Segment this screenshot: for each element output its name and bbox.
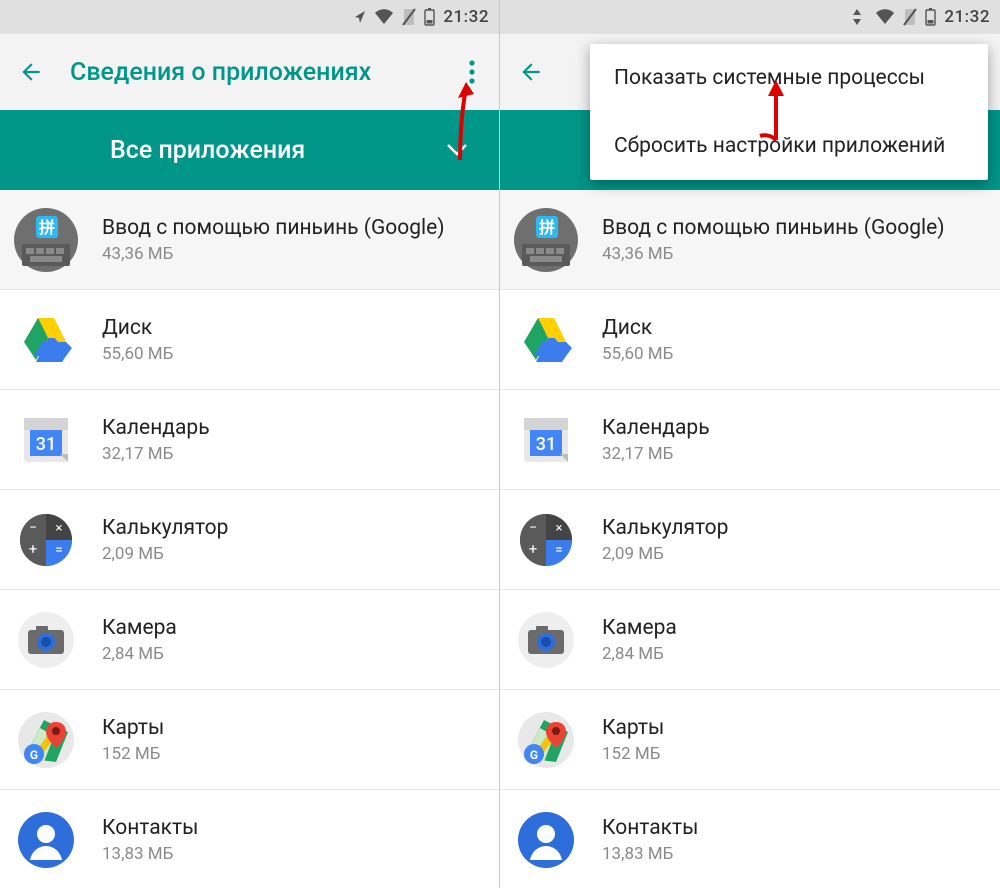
menu-reset-prefs[interactable]: Сбросить настройки приложений <box>590 112 988 180</box>
app-size: 13,83 МБ <box>102 844 198 864</box>
status-bar: 21:32 <box>0 0 499 34</box>
app-size: 43,36 МБ <box>102 244 445 264</box>
app-icon-pinyin <box>514 208 578 272</box>
status-bar: 21:32 <box>500 0 1000 34</box>
app-name: Диск <box>102 316 173 340</box>
wifi-icon <box>875 9 895 25</box>
app-name: Калькулятор <box>602 516 728 540</box>
app-name: Ввод с помощью пиньинь (Google) <box>102 216 445 240</box>
app-row[interactable]: Калькулятор 2,09 МБ <box>0 490 499 590</box>
app-size: 32,17 МБ <box>602 444 710 464</box>
appbar-title: Сведения о приложениях <box>70 58 437 87</box>
app-icon-calculator <box>14 508 78 572</box>
app-name: Контакты <box>602 816 698 840</box>
app-icon-maps <box>14 708 78 772</box>
sort-icon <box>853 9 867 25</box>
app-size: 32,17 МБ <box>102 444 210 464</box>
apps-filter-label: Все приложения <box>110 136 305 165</box>
app-name: Калькулятор <box>102 516 228 540</box>
app-size: 55,60 МБ <box>102 344 173 364</box>
app-name: Диск <box>602 316 673 340</box>
app-name: Календарь <box>602 416 710 440</box>
app-row[interactable]: Контакты 13,83 МБ <box>500 790 1000 888</box>
app-icon-maps <box>514 708 578 772</box>
phone-right: 21:32 Ввод с помощью пиньинь (Google) 43,… <box>500 0 1000 888</box>
app-size: 13,83 МБ <box>602 844 698 864</box>
app-name: Календарь <box>102 416 210 440</box>
app-icon-contacts <box>514 808 578 872</box>
app-row[interactable]: Ввод с помощью пиньинь (Google) 43,36 МБ <box>0 190 499 290</box>
app-row[interactable]: Калькулятор 2,09 МБ <box>500 490 1000 590</box>
overflow-menu-popup: Показать системные процессы Сбросить нас… <box>590 44 988 180</box>
app-icon-calendar <box>514 408 578 472</box>
app-size: 55,60 МБ <box>602 344 673 364</box>
app-icon-pinyin <box>14 208 78 272</box>
app-icon-drive <box>514 308 578 372</box>
app-row[interactable]: Камера 2,84 МБ <box>500 590 1000 690</box>
overflow-menu-button[interactable] <box>463 54 481 90</box>
app-list: Ввод с помощью пиньинь (Google)43,36 МБ … <box>500 190 1000 888</box>
app-row[interactable]: Контакты 13,83 МБ <box>0 790 499 888</box>
app-size: 2,84 МБ <box>102 644 177 664</box>
app-row[interactable]: Календарь 32,17 МБ <box>500 390 1000 490</box>
back-button[interactable] <box>18 59 44 85</box>
no-sim-icon <box>903 8 917 26</box>
app-row[interactable]: Карты 152 МБ <box>500 690 1000 790</box>
app-bar: Сведения о приложениях <box>0 34 499 110</box>
back-button[interactable] <box>518 59 544 85</box>
wifi-icon <box>374 9 394 25</box>
app-list: Ввод с помощью пиньинь (Google)43,36 МБ … <box>0 190 499 888</box>
menu-show-system[interactable]: Показать системные процессы <box>590 44 988 112</box>
battery-icon <box>424 8 435 26</box>
app-name: Ввод с помощью пиньинь (Google) <box>602 216 945 240</box>
app-name: Карты <box>602 716 664 740</box>
app-size: 2,09 МБ <box>602 544 728 564</box>
app-row[interactable]: Ввод с помощью пиньинь (Google) 43,36 МБ <box>500 190 1000 290</box>
battery-icon <box>925 8 936 26</box>
location-icon <box>354 10 366 24</box>
app-icon-camera <box>14 608 78 672</box>
app-name: Камера <box>602 616 677 640</box>
apps-filter-header[interactable]: Все приложения <box>0 110 499 190</box>
app-icon-camera <box>514 608 578 672</box>
app-size: 2,84 МБ <box>602 644 677 664</box>
app-icon-drive <box>14 308 78 372</box>
app-size: 43,36 МБ <box>602 244 945 264</box>
app-size: 152 МБ <box>102 744 164 764</box>
app-icon-contacts <box>14 808 78 872</box>
app-name: Карты <box>102 716 164 740</box>
app-row[interactable]: Календарь 32,17 МБ <box>0 390 499 490</box>
app-row[interactable]: Карты 152 МБ <box>0 690 499 790</box>
app-icon-calendar <box>14 408 78 472</box>
app-size: 2,09 МБ <box>102 544 228 564</box>
app-name: Камера <box>102 616 177 640</box>
status-time: 21:32 <box>443 7 489 27</box>
app-row[interactable]: Диск 55,60 МБ <box>0 290 499 390</box>
app-row[interactable]: Диск 55,60 МБ <box>500 290 1000 390</box>
no-sim-icon <box>402 8 416 26</box>
app-icon-calculator <box>514 508 578 572</box>
chevron-down-icon <box>443 136 471 164</box>
phone-left: 21:32 Сведения о приложениях Все приложе… <box>0 0 500 888</box>
app-row[interactable]: Камера 2,84 МБ <box>0 590 499 690</box>
status-time: 21:32 <box>944 7 990 27</box>
app-name: Контакты <box>102 816 198 840</box>
app-size: 152 МБ <box>602 744 664 764</box>
